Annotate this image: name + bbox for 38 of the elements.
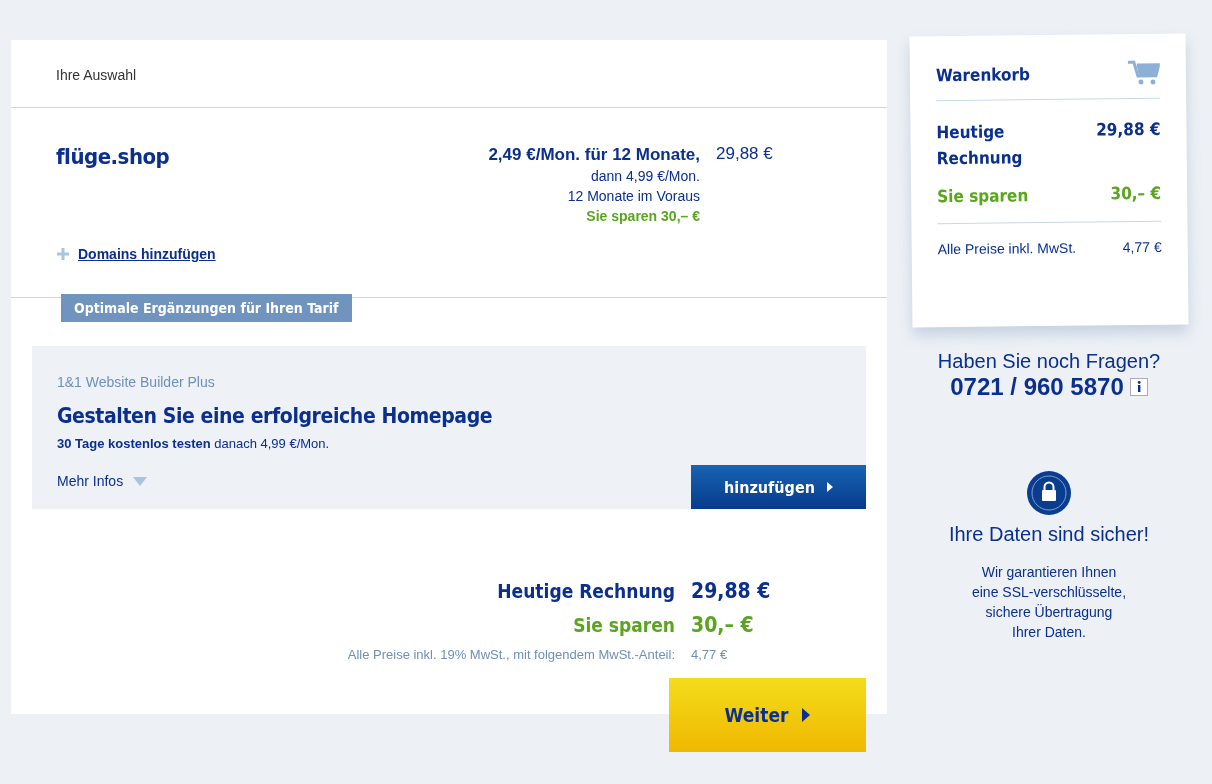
add-domains-link[interactable]: Domains hinzufügen bbox=[78, 246, 216, 262]
summary-value: 30,– € bbox=[691, 613, 755, 637]
phone-number: 0721 / 960 5870 bbox=[950, 373, 1124, 401]
savings-text: Sie sparen 30,– € bbox=[586, 207, 700, 226]
cart-value: 29,88 € bbox=[1096, 117, 1161, 142]
cart-value: 4,77 € bbox=[1122, 238, 1162, 256]
cart-label: Alle Preise inkl. MwSt. bbox=[937, 239, 1077, 258]
summary-value: 4,77 € bbox=[691, 647, 729, 662]
section-heading: Ihre Auswahl bbox=[11, 40, 887, 108]
cart-icon bbox=[1127, 59, 1160, 87]
billing-text: 12 Monate im Voraus bbox=[567, 187, 700, 206]
summary-label: Heutige Rechnung bbox=[496, 580, 675, 602]
price-text: dann 4,99 €/Mon. bbox=[591, 167, 700, 186]
security-text: Wir garantieren Ihnen eine SSL-verschlüsselte, sichere Übertragung Ihrer Daten. bbox=[971, 563, 1127, 642]
summary-label: Sie sparen bbox=[572, 614, 675, 636]
continue-button[interactable]: Weiter bbox=[669, 678, 866, 752]
product-label: 1&1 Website Builder Plus bbox=[57, 374, 216, 390]
more-info-button[interactable]: Mehr Infos bbox=[57, 473, 148, 509]
price-total: 29,88 € bbox=[715, 144, 773, 163]
price-text: 2,49 €/Mon. für 12 Monate, bbox=[488, 144, 700, 166]
plus-icon bbox=[56, 247, 70, 261]
caret-icon bbox=[133, 476, 148, 486]
cart-value: 30,– € bbox=[1110, 181, 1162, 206]
cart-label: Sie sparen bbox=[937, 184, 1030, 209]
caret-icon bbox=[826, 482, 833, 492]
cart-label: Heutige Rechnung bbox=[936, 120, 1024, 171]
cart-title: Warenkorb bbox=[935, 64, 1031, 86]
lock-icon bbox=[1027, 471, 1071, 515]
add-button[interactable]: hinzufügen bbox=[691, 465, 866, 509]
offer-text: 30 Tage kostenlos testen danach 4,99 €/Mon. bbox=[57, 436, 331, 451]
product-name: flüge.shop bbox=[56, 144, 171, 171]
summary-value: 29,88 € bbox=[691, 579, 772, 603]
addon-title: Gestalten Sie eine erfolgreiche Homepage bbox=[57, 404, 494, 428]
summary-label: Alle Preise inkl. 19% MwSt., mit folgendem MwSt.-Anteil: bbox=[346, 647, 675, 662]
info-icon[interactable] bbox=[1129, 378, 1148, 396]
contact-question: Haben Sie noch Fragen? bbox=[937, 350, 1161, 373]
security-title: Ihre Daten sind sicher! bbox=[948, 523, 1150, 546]
caret-icon bbox=[802, 708, 811, 722]
